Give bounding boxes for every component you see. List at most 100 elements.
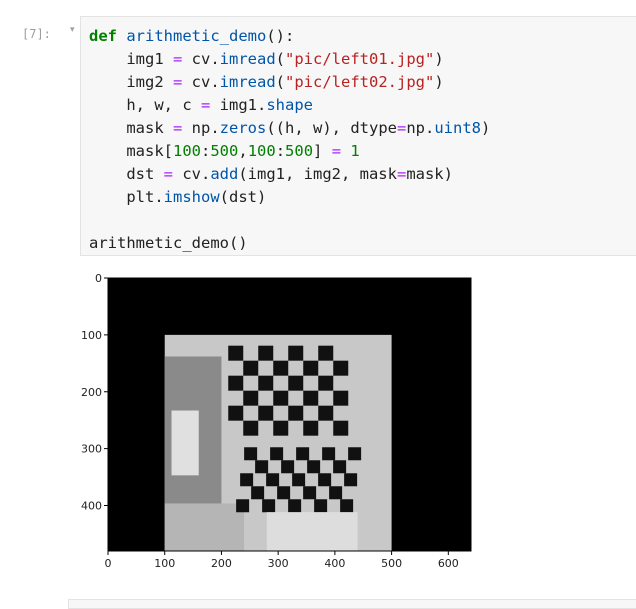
y-axis-ticks: 0 100 200 300 400 [81,272,108,513]
checker-square [303,420,319,436]
code-cell-editor[interactable]: def arithmetic_demo(): img1 = cv.imread(… [80,16,636,256]
code-token: np. [406,119,435,137]
checker-square [340,499,354,513]
code-token: cv. [173,165,211,183]
code-token: uint8 [434,119,482,137]
checker-square [255,460,269,474]
code-token: (): [266,27,295,45]
code-token: arithmetic_demo [126,27,267,45]
code-line: def arithmetic_demo(): [89,27,294,45]
code-token: imread [219,50,276,68]
x-tick-label: 500 [381,557,402,570]
cloth-highlight [266,512,358,551]
code-token: 100 [247,142,276,160]
code-token: cv. [182,50,220,68]
cell-prompt: [7]: [22,27,51,41]
y-tick-label: 300 [81,443,102,456]
x-tick-label: 400 [324,557,345,570]
code-token: imread [219,73,276,91]
imshow-plot: 0 100 200 300 400 500 600 0 100 200 300 400 [81,272,472,570]
collapse-toggle-icon[interactable]: ▾ [70,25,75,35]
checker-square [344,473,358,487]
code-token: 500 [210,142,239,160]
checker-square [281,460,295,474]
code-token: h, w, c [89,96,201,114]
checker-square [262,499,276,513]
checker-square [266,473,280,487]
code-line: dst = cv.add(img1, img2, mask=mask) [89,165,453,183]
y-tick-label: 400 [81,500,102,513]
checker-square [240,473,254,487]
code-token: imshow [163,188,220,206]
code-token: (img1, img2, mask [238,165,397,183]
y-tick-label: 100 [81,329,102,342]
checker-square [303,390,319,406]
code-line: mask = np.zeros((h, w), dtype=np.uint8) [89,119,490,137]
code-token: np. [182,119,220,137]
checker-square [314,499,328,513]
checker-square [244,447,258,461]
code-token: cv. [182,73,220,91]
checker-square [258,405,274,421]
code-token: mask [89,119,173,137]
keyboard [164,503,245,551]
x-tick-label: 0 [105,557,112,570]
code-token: add [210,165,239,183]
code-token: 100 [173,142,201,160]
x-tick-label: 300 [268,557,289,570]
code-token: ( [275,73,286,91]
checker-square [228,405,244,421]
checker-square [307,460,321,474]
checker-square [228,375,244,391]
code-token: mask) [406,165,453,183]
checker-square [288,499,302,513]
x-tick-label: 200 [211,557,232,570]
checker-square [318,345,334,361]
checker-square [258,375,274,391]
checker-square [243,360,259,376]
next-code-cell[interactable] [68,599,636,609]
code-token: "pic/left02.jpg" [285,73,435,91]
code-token: = [173,73,183,91]
code-token: ( [275,50,286,68]
code-token: : [275,142,286,160]
code-content[interactable]: def arithmetic_demo(): img1 = cv.imread(… [89,25,490,255]
code-token: = [173,119,183,137]
checker-square [303,486,317,500]
masked-image-region [164,334,392,551]
code-token: = [397,119,407,137]
code-token: def [89,27,117,45]
axes [107,277,472,552]
code-token: 500 [285,142,314,160]
code-token: plt. [89,188,164,206]
code-token: dst [89,165,164,183]
checker-square [243,390,259,406]
checker-square [251,486,265,500]
checker-square [318,405,334,421]
checker-square [277,486,291,500]
code-token: (dst) [219,188,267,206]
checker-square [270,447,284,461]
code-token: img2 [89,73,173,91]
code-token: ) [481,119,491,137]
checker-square [288,405,304,421]
checker-square [288,345,304,361]
checker-square [333,360,349,376]
checker-square [288,375,304,391]
y-tick-label: 200 [81,386,102,399]
checker-square [273,420,289,436]
code-line: img1 = cv.imread("pic/left01.jpg") [89,50,443,68]
x-tick-label: 600 [438,557,459,570]
code-line: img2 = cv.imread("pic/left02.jpg") [89,73,444,91]
code-token: arithmetic_demo() [89,234,248,252]
checker-square [329,486,343,500]
code-token: zeros [219,119,267,137]
checker-square [236,499,250,513]
checker-square [322,447,336,461]
code-token: ) [434,73,444,91]
checker-square [333,460,347,474]
checker-square [318,473,332,487]
code-token: : [201,142,211,160]
